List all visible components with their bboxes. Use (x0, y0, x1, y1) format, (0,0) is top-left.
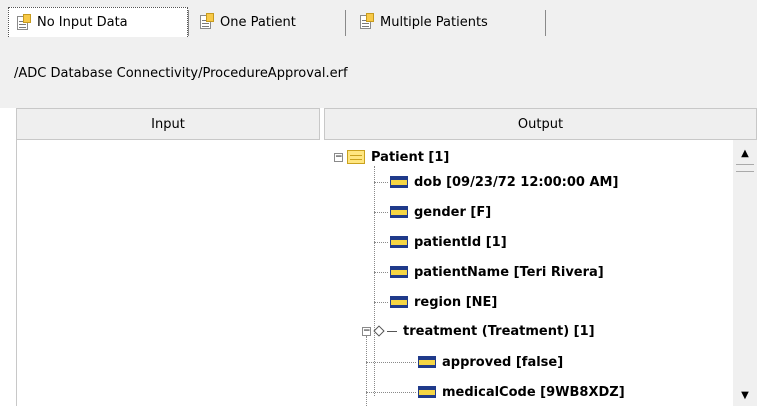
tree-node-label: gender [F] (414, 204, 492, 220)
document-icon (198, 13, 214, 31)
tree-node-label: medicalCode [9WB8XDZ] (442, 384, 625, 400)
collapse-icon[interactable]: − (362, 326, 371, 336)
field-icon (390, 206, 408, 218)
tab-label: One Patient (220, 14, 296, 30)
path-bar: /ADC Database Connectivity/ProcedureAppr… (0, 46, 757, 108)
scroll-up-arrow-icon[interactable]: ▲ (733, 144, 757, 162)
tree-node-label: dob [09/23/72 12:00:00 AM] (414, 174, 619, 190)
tree-node-patientid[interactable]: patientId [1] (390, 229, 507, 255)
tree-node-label: region [NE] (414, 294, 498, 310)
relationship-icon (373, 325, 385, 337)
tree-connector (366, 362, 416, 363)
field-icon (390, 266, 408, 278)
tree-node-region[interactable]: region [NE] (390, 289, 497, 315)
tree-node-label: treatment (Treatment) [1] (403, 323, 595, 339)
tab-divider (345, 10, 346, 36)
scroll-thumb[interactable] (736, 164, 754, 172)
tab-no-input-data[interactable]: No Input Data (8, 7, 188, 37)
tree-connector (374, 272, 388, 273)
output-header-label: Output (517, 116, 564, 132)
tree-node-patient[interactable]: − Patient [1] (334, 144, 449, 170)
tree-connector (374, 182, 388, 183)
tree-node-label: Patient [1] (371, 149, 450, 165)
field-icon (390, 236, 408, 248)
field-icon (390, 176, 408, 188)
tab-one-patient[interactable]: One Patient (192, 8, 344, 36)
tree-node-dob[interactable]: dob [09/23/72 12:00:00 AM] (390, 169, 618, 195)
entity-icon (347, 150, 365, 164)
input-panel[interactable] (16, 140, 320, 406)
tree-connector (366, 392, 416, 393)
tree-connector (366, 336, 367, 406)
tree-connector (374, 302, 388, 303)
tab-divider (545, 10, 546, 36)
field-icon (390, 296, 408, 308)
tree-node-label: patientName [Teri Rivera] (414, 264, 604, 280)
tab-label: Multiple Patients (380, 14, 488, 30)
file-path: /ADC Database Connectivity/ProcedureAppr… (14, 66, 348, 81)
tree-connector (374, 212, 388, 213)
tree-node-medicalcode[interactable]: medicalCode [9WB8XDZ] (418, 379, 625, 405)
relationship-line-icon (387, 330, 397, 332)
tree-node-treatment[interactable]: − treatment (Treatment) [1] (362, 318, 595, 344)
tab-label: No Input Data (37, 15, 128, 30)
document-icon (358, 13, 374, 31)
tree-node-approved[interactable]: approved [false] (418, 349, 563, 375)
field-icon (418, 386, 436, 398)
vertical-scrollbar[interactable]: ▲ ▼ (733, 140, 757, 406)
tab-bar: No Input Data One Patient Multiple Patie… (0, 0, 757, 46)
tree-node-label: approved [false] (442, 354, 564, 370)
collapse-icon[interactable]: − (334, 152, 343, 162)
document-icon (15, 13, 31, 32)
input-column-header[interactable]: Input (16, 108, 320, 140)
input-header-label: Input (151, 116, 185, 132)
tree-node-gender[interactable]: gender [F] (390, 199, 491, 225)
field-icon (418, 356, 436, 368)
tree-node-patientname[interactable]: patientName [Teri Rivera] (390, 259, 604, 285)
output-tree[interactable]: − Patient [1] dob [09/23/72 12:00:00 AM]… (324, 140, 732, 406)
output-column-header[interactable]: Output (324, 108, 757, 140)
tree-connector (374, 242, 388, 243)
tab-multiple-patients[interactable]: Multiple Patients (352, 8, 545, 36)
tree-node-label: patientId [1] (414, 234, 507, 250)
tab-divider (188, 10, 189, 36)
scroll-down-arrow-icon[interactable]: ▼ (733, 386, 757, 404)
